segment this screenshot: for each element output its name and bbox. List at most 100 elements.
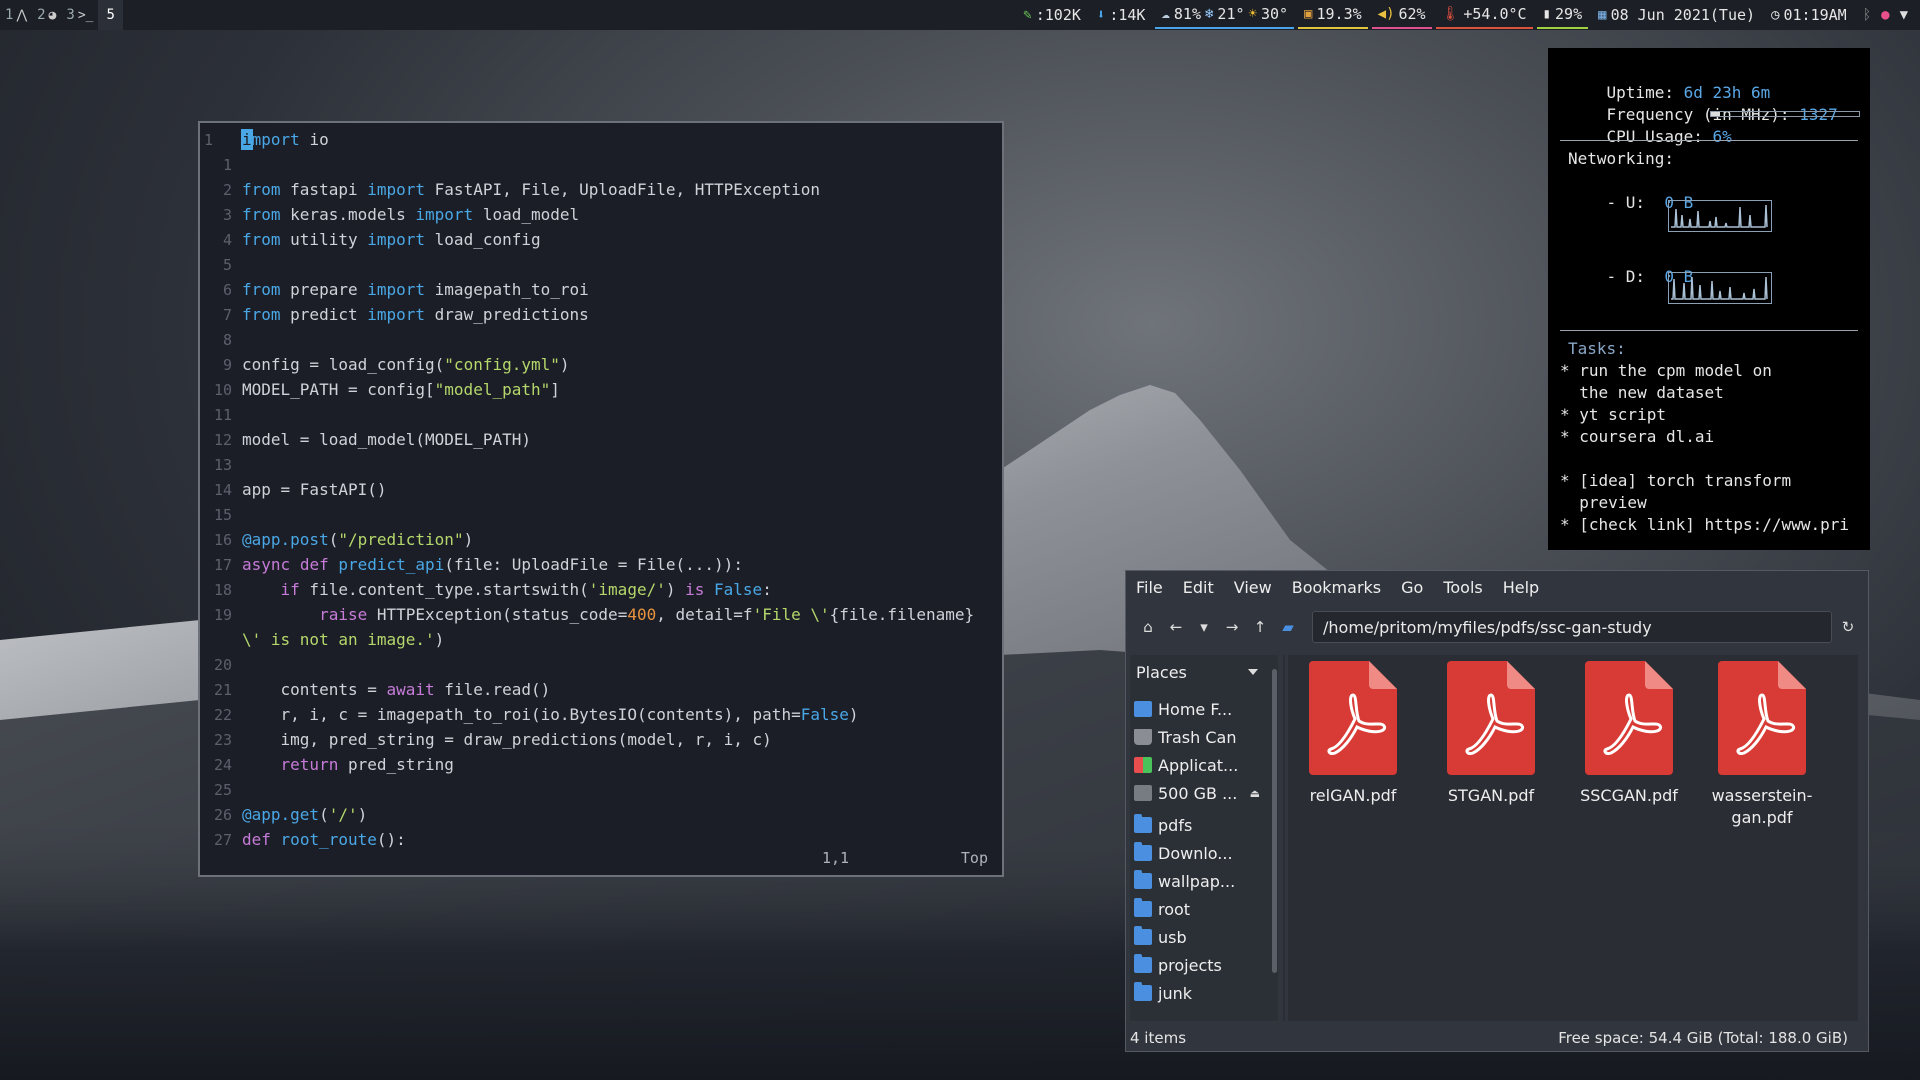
code-line: 12 model = load_model(MODEL_PATH)	[213, 430, 531, 449]
battery-icon: ▮	[1542, 6, 1552, 22]
place-wallpapers[interactable]: wallpap...	[1134, 867, 1264, 895]
calendar-icon: ▦	[1598, 7, 1607, 23]
place-drive[interactable]: 500 GB ... ⏏	[1134, 779, 1264, 807]
code-line: 23 img, pred_string = draw_predictions(m…	[213, 730, 772, 749]
menu-bar: File Edit View Bookmarks Go Tools Help	[1126, 571, 1868, 603]
back-arrow-icon[interactable]: ←	[1162, 612, 1190, 642]
volume[interactable]: ◀) 62%	[1371, 1, 1432, 29]
menu-help[interactable]: Help	[1493, 578, 1549, 597]
workspace-3[interactable]: 3 >_	[61, 0, 98, 30]
file-item[interactable]: wasserstein-gan.pdf	[1702, 661, 1822, 829]
computer-icon[interactable]: ⌂	[1134, 612, 1162, 642]
workspace-switcher: 1 ⋀ 2 ◕ 3 >_ 5	[0, 0, 123, 30]
place-projects[interactable]: projects	[1134, 951, 1264, 979]
code-line: 1 import io	[204, 129, 329, 150]
menu-file[interactable]: File	[1126, 578, 1173, 597]
divider	[1560, 330, 1858, 331]
code-line: 1	[222, 156, 232, 174]
code-line: 7 from predict import draw_predictions	[222, 305, 589, 324]
speaker-icon: ◀)	[1377, 6, 1395, 22]
conky-system-monitor: Uptime: 6d 23h 6m Frequency (in MHz): 13…	[1548, 48, 1870, 550]
cursor-position: 1,1	[822, 849, 850, 867]
workspace-2[interactable]: 2 ◕	[32, 0, 61, 30]
menu-go[interactable]: Go	[1391, 578, 1433, 597]
upload-icon: ✎	[1023, 7, 1032, 23]
upload-label: - U:	[1606, 193, 1646, 212]
task-line: * [check link] https://www.pri	[1560, 515, 1849, 534]
workspace-1[interactable]: 1 ⋀	[0, 0, 32, 30]
code-line: 10 MODEL_PATH = config["model_path"]	[213, 380, 560, 399]
item-count: 4 items	[1130, 1029, 1187, 1047]
places-header: Places	[1136, 663, 1187, 682]
reload-icon[interactable]: ↻	[1836, 611, 1860, 643]
code-line: 27 def root_route():	[213, 830, 406, 849]
wifi-icon[interactable]: ▼	[1900, 7, 1908, 23]
code-line: 3 from keras.models import load_model	[222, 205, 580, 224]
workspace-5[interactable]: 5	[98, 0, 123, 30]
up-arrow-icon[interactable]: ↑	[1246, 612, 1274, 642]
folder-icon	[1134, 954, 1152, 973]
code-line: 25	[213, 781, 232, 799]
place-home[interactable]: Home F...	[1134, 695, 1264, 723]
sidebar-scrollbar[interactable]	[1272, 669, 1277, 973]
place-root[interactable]: root	[1134, 895, 1264, 923]
upload-graph	[1668, 200, 1772, 232]
place-downloads[interactable]: Downlo...	[1134, 839, 1264, 867]
folder-icon	[1134, 870, 1152, 889]
file-name: wasserstein-gan.pdf	[1711, 786, 1813, 827]
eject-icon[interactable]: ⏏	[1250, 787, 1260, 800]
status-modules: ✎ :102K ⬇ :14K ☁ 81% ❄ 21° ☀ 30° ▣ 19.3%…	[1015, 0, 1920, 30]
folder-icon	[1134, 898, 1152, 917]
pane-splitter[interactable]	[1283, 655, 1285, 1021]
menu-bookmarks[interactable]: Bookmarks	[1282, 578, 1391, 597]
disk-usage: ▣ 19.3%	[1298, 1, 1368, 29]
net-download: ⬇ :14K	[1096, 6, 1146, 24]
menu-edit[interactable]: Edit	[1173, 578, 1224, 597]
forward-arrow-icon[interactable]: →	[1218, 612, 1246, 642]
file-item[interactable]: relGAN.pdf	[1288, 661, 1418, 807]
thermometer-icon: 🌡	[1441, 6, 1460, 22]
place-pdfs[interactable]: pdfs	[1134, 811, 1264, 839]
place-junk[interactable]: junk	[1134, 979, 1264, 1007]
cpu-temperature: 🌡 +54.0°C	[1435, 1, 1533, 29]
place-applications[interactable]: Applicat...	[1134, 751, 1264, 779]
clock: ◷ 01:19AM	[1771, 6, 1847, 24]
file-item[interactable]: STGAN.pdf	[1426, 661, 1556, 807]
code-line: 18 if file.content_type.startswith('imag…	[213, 580, 772, 599]
pdf-icon	[1447, 661, 1535, 775]
cpu-usage-label: CPU Usage:	[1606, 127, 1703, 146]
vim-editor-window[interactable]: 1 import io 1 2 from fastapi import FastAP…	[198, 121, 1004, 877]
task-line: * run the cpm model on	[1560, 361, 1772, 380]
download-label: - D:	[1606, 267, 1646, 286]
code-line: 8	[222, 331, 232, 349]
history-dropdown-icon[interactable]: ▾	[1190, 612, 1218, 642]
folder-icon[interactable]: ▰	[1274, 612, 1302, 642]
places-dropdown-icon[interactable]	[1248, 669, 1258, 675]
net-upload: ✎ :102K	[1023, 6, 1081, 24]
weather: ☁ 81% ❄ 21° ☀ 30°	[1155, 1, 1295, 29]
code-line: 21 contents = await file.read()	[213, 680, 551, 699]
place-usb[interactable]: usb	[1134, 923, 1264, 951]
code-line: 5	[222, 256, 232, 274]
code-line: 19 raise HTTPException(status_code=400, …	[213, 605, 975, 624]
task-line: * coursera dl.ai	[1560, 427, 1715, 446]
location-bar[interactable]: /home/pritom/myfiles/pdfs/ssc-gan-study	[1312, 611, 1832, 643]
applications-icon	[1134, 757, 1152, 773]
pdf-icon	[1309, 661, 1397, 775]
snowflake-icon: ❄	[1204, 6, 1214, 22]
arch-icon: ⋀	[16, 7, 28, 23]
menu-view[interactable]: View	[1224, 578, 1282, 597]
firefox-icon[interactable]: ●	[1881, 7, 1889, 23]
code-line: 24 return pred_string	[213, 755, 454, 774]
clock-icon: ◷	[1771, 7, 1780, 23]
status-bar: 4 items Free space: 54.4 GiB (Total: 188…	[1126, 1023, 1868, 1051]
file-item[interactable]: SSCGAN.pdf	[1564, 661, 1694, 807]
bluetooth-icon[interactable]: ᛒ	[1863, 7, 1871, 23]
code-line: 13	[213, 456, 232, 474]
folder-icon	[1134, 842, 1152, 861]
file-name: relGAN.pdf	[1309, 786, 1397, 805]
menu-tools[interactable]: Tools	[1433, 578, 1492, 597]
place-trash[interactable]: Trash Can	[1134, 723, 1264, 751]
cpu-usage-bar	[1710, 111, 1860, 117]
tasks-label: Tasks:	[1568, 339, 1626, 358]
